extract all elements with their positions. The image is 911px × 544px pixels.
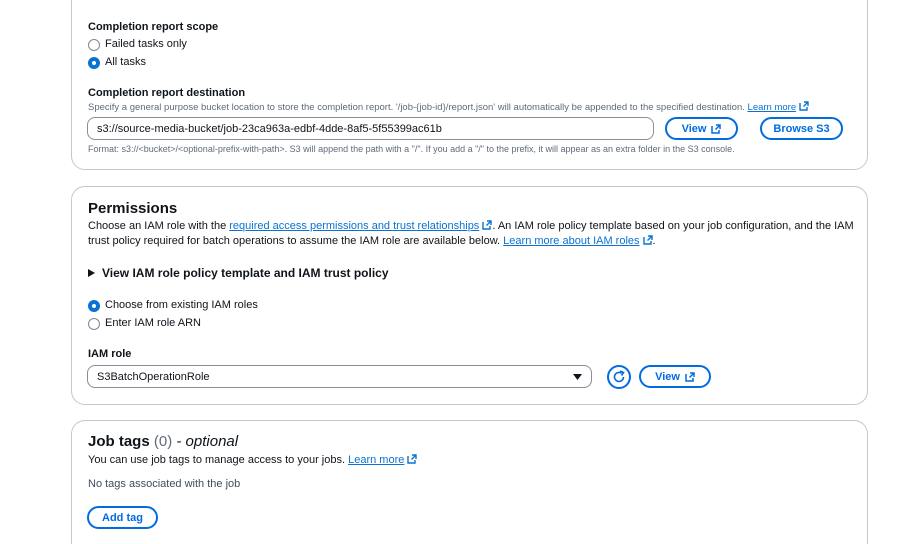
- refresh-icon: [613, 370, 625, 383]
- view-label: View: [681, 122, 707, 135]
- refresh-button[interactable]: [607, 365, 631, 389]
- permissions-desc-part1: Choose an IAM role with the: [88, 220, 230, 232]
- permissions-desc-part3: trust policy required for batch operatio…: [88, 235, 504, 247]
- job-tags-desc-text: You can use job tags to manage access to…: [88, 454, 346, 466]
- external-link-icon: [407, 454, 418, 464]
- external-link-icon: [482, 220, 493, 230]
- policy-template-expander[interactable]: View IAM role policy template and IAM tr…: [88, 266, 389, 280]
- destination-desc-text: Specify a general purpose bucket locatio…: [88, 102, 745, 113]
- caret-right-icon: [88, 269, 95, 277]
- radio-failed-tasks[interactable]: [88, 39, 100, 51]
- expander-label: View IAM role policy template and IAM tr…: [102, 266, 389, 280]
- job-tags-learn-more-link[interactable]: Learn more: [348, 454, 404, 466]
- destination-format-hint: Format: s3://<bucket>/<optional-prefix-w…: [88, 144, 735, 154]
- external-link-icon: [799, 101, 809, 111]
- job-tags-optional: - optional: [176, 433, 239, 450]
- radio-enter-arn-label[interactable]: Enter IAM role ARN: [105, 316, 201, 331]
- destination-input-value: s3://source-media-bucket/job-23ca963a-ed…: [97, 122, 442, 135]
- learn-more-iam-roles-link[interactable]: Learn more about IAM roles: [503, 235, 639, 247]
- radio-existing-role[interactable]: [88, 300, 100, 312]
- radio-all-tasks[interactable]: [88, 57, 100, 69]
- destination-view-button[interactable]: View: [665, 117, 738, 140]
- radio-enter-arn[interactable]: [88, 318, 100, 330]
- external-link-icon: [711, 123, 722, 134]
- job-tags-desc: You can use job tags to manage access to…: [88, 453, 418, 468]
- completion-destination-label: Completion report destination: [88, 87, 246, 99]
- permissions-desc-part2: . An IAM role policy template based on y…: [492, 220, 854, 232]
- caret-down-icon: [573, 373, 582, 380]
- job-tags-title: Job tags: [88, 433, 150, 450]
- job-tags-heading: Job tags (0) - optional: [88, 433, 238, 450]
- iam-role-view-button[interactable]: View: [639, 365, 711, 388]
- iam-role-label: IAM role: [88, 348, 132, 360]
- iam-role-value: S3BatchOperationRole: [97, 370, 210, 383]
- external-link-icon: [685, 371, 695, 382]
- browse-s3-label: Browse S3: [773, 122, 830, 135]
- radio-failed-tasks-label[interactable]: Failed tasks only: [105, 37, 187, 52]
- destination-learn-more-link[interactable]: Learn more: [748, 102, 797, 113]
- job-tags-count: (0): [153, 433, 173, 450]
- radio-existing-role-label[interactable]: Choose from existing IAM roles: [105, 298, 258, 313]
- radio-all-tasks-label[interactable]: All tasks: [105, 55, 146, 70]
- permissions-desc-line2: trust policy required for batch operatio…: [88, 234, 656, 249]
- view-label: View: [655, 370, 680, 383]
- permissions-desc-end: .: [652, 235, 656, 247]
- permissions-title: Permissions: [88, 200, 178, 217]
- permissions-desc-line1: Choose an IAM role with the required acc…: [88, 219, 854, 234]
- add-tag-button[interactable]: Add tag: [87, 506, 158, 529]
- no-tags-text: No tags associated with the job: [88, 478, 241, 490]
- completion-scope-label: Completion report scope: [88, 21, 219, 33]
- completion-destination-desc: Specify a general purpose bucket locatio…: [88, 101, 809, 113]
- external-link-icon: [642, 235, 653, 245]
- destination-input[interactable]: s3://source-media-bucket/job-23ca963a-ed…: [87, 117, 654, 140]
- access-permissions-link[interactable]: required access permissions and trust re…: [229, 220, 479, 232]
- browse-s3-button[interactable]: Browse S3: [760, 117, 843, 140]
- iam-role-select[interactable]: S3BatchOperationRole: [87, 365, 592, 388]
- add-tag-label: Add tag: [102, 511, 143, 524]
